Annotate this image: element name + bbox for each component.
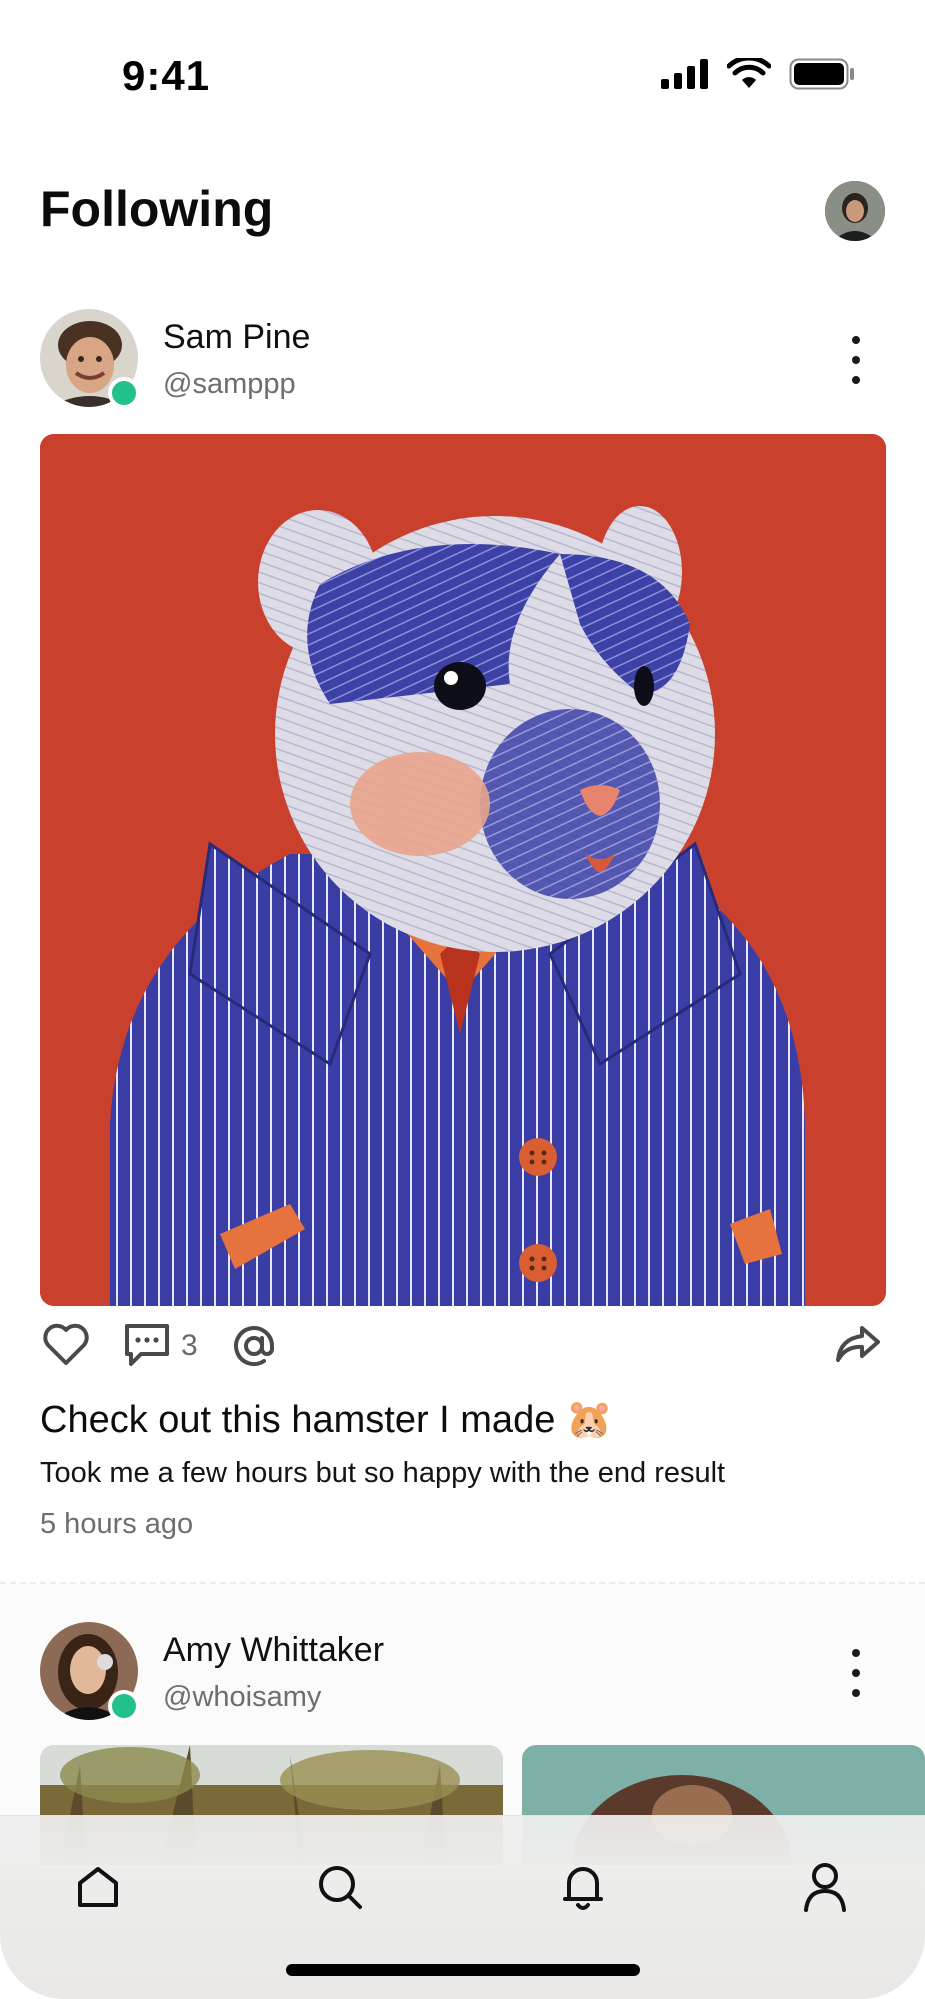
like-button[interactable] (42, 1322, 90, 1366)
home-icon (78, 1867, 118, 1907)
post-title: Check out this hamster I made 🐹 (40, 1398, 613, 1442)
comment-button[interactable]: 3 (123, 1322, 198, 1370)
home-indicator[interactable] (286, 1964, 640, 1976)
mention-button[interactable] (230, 1322, 278, 1370)
author-handle[interactable]: @samppp (163, 368, 296, 401)
tab-search[interactable] (305, 1852, 375, 1922)
post-image[interactable] (40, 434, 886, 1306)
tab-notifications[interactable] (548, 1852, 618, 1922)
heart-icon (43, 1323, 89, 1365)
tab-profile[interactable] (790, 1852, 860, 1922)
status-time: 9:41 (122, 52, 211, 99)
post-more-options-button[interactable] (838, 1643, 874, 1703)
dot (852, 1689, 860, 1697)
share-arrow-icon (836, 1326, 880, 1362)
status-icons (661, 58, 855, 90)
current-user-avatar[interactable] (825, 181, 885, 241)
battery-icon (789, 58, 854, 90)
post-title-text: Check out this hamster I made (40, 1399, 556, 1441)
post-caption: Took me a few hours but so happy with th… (40, 1457, 726, 1489)
wifi-icon (727, 58, 771, 88)
author-name[interactable]: Sam Pine (163, 318, 310, 357)
page-title: Following (40, 181, 274, 237)
cellular-signal-icon (661, 59, 708, 89)
search-icon (319, 1866, 362, 1909)
dot (852, 1649, 860, 1657)
author-name[interactable]: Amy Whittaker (163, 1631, 384, 1670)
share-button[interactable] (834, 1322, 882, 1366)
comment-count: 3 (181, 1329, 198, 1362)
dot (852, 1669, 860, 1677)
dot (852, 356, 860, 364)
bell-icon (563, 1867, 603, 1910)
author-handle[interactable]: @whoisamy (163, 1681, 321, 1714)
status-bar: 9:41 (0, 0, 925, 150)
at-sign-icon (234, 1326, 274, 1367)
post-timestamp: 5 hours ago (40, 1508, 194, 1540)
post-actions: 3 (40, 1322, 886, 1374)
profile-icon (804, 1863, 846, 1912)
post-more-options-button[interactable] (838, 330, 874, 390)
tab-home[interactable] (63, 1852, 133, 1922)
online-status-badge (108, 1690, 140, 1722)
comment-icon (125, 1324, 169, 1366)
online-status-badge (108, 377, 140, 409)
tab-bar (0, 1815, 925, 1999)
hamster-emoji: 🐹 (565, 1399, 614, 1441)
app-screen: 9:41 Following Sam Pine @samppp 3 Check … (0, 0, 925, 1999)
dot (852, 336, 860, 344)
dot (852, 376, 860, 384)
